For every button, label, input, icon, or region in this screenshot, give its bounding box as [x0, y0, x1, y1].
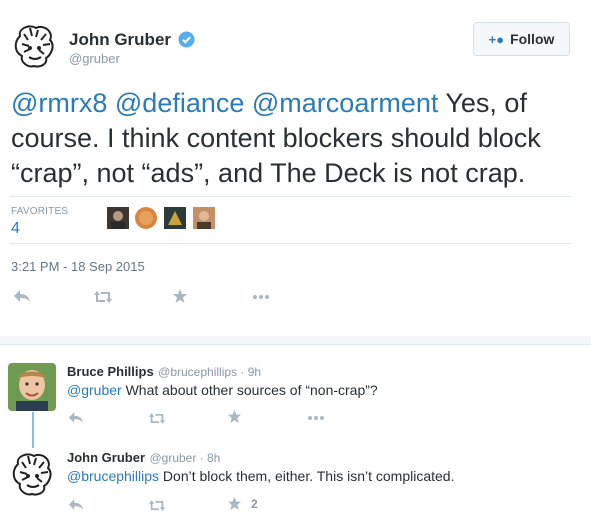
verified-badge-icon	[178, 31, 195, 53]
reply-mention[interactable]: @gruber	[67, 382, 122, 398]
thread-connector	[32, 412, 34, 448]
add-user-icon: +●	[488, 31, 505, 47]
reply-mention[interactable]: @brucephillips	[67, 468, 159, 484]
author-name[interactable]: John Gruber	[69, 30, 171, 50]
reply-handle[interactable]: @gruber · 8h	[149, 451, 220, 465]
favoriter-avatar[interactable]	[193, 207, 215, 229]
tweet-text: @rmrx8 @defiance @marcoarment Yes, of co…	[11, 86, 576, 191]
divider	[10, 243, 571, 244]
favorites-count[interactable]: 4	[11, 220, 20, 238]
favoriter-avatar[interactable]	[135, 207, 157, 229]
author-handle[interactable]: @gruber	[69, 51, 120, 66]
reply-text: @brucephillips Don’t block them, either.…	[67, 468, 454, 484]
reply-body: What about other sources of “non-crap”?	[121, 382, 378, 398]
reply-name[interactable]: Bruce Phillips	[67, 364, 154, 379]
divider	[10, 196, 571, 197]
reply-icon[interactable]	[68, 498, 84, 516]
follow-button[interactable]: +● Follow	[473, 22, 570, 56]
tweet-timestamp[interactable]: 3:21 PM - 18 Sep 2015	[11, 259, 145, 274]
reply-avatar[interactable]	[8, 363, 56, 411]
retweet-icon[interactable]	[148, 499, 166, 517]
reply-avatar[interactable]	[8, 450, 56, 498]
star-icon[interactable]	[227, 409, 242, 429]
replies-shadow	[0, 336, 591, 344]
reply-handle[interactable]: @brucephillips · 9h	[158, 365, 261, 379]
reply-icon[interactable]	[68, 411, 84, 429]
more-icon[interactable]	[252, 288, 270, 309]
retweet-icon[interactable]	[93, 290, 113, 309]
tweet-mentions[interactable]: @rmrx8 @defiance @marcoarment	[11, 88, 438, 118]
reply-header: John Gruber @gruber · 8h	[67, 449, 220, 467]
retweet-icon[interactable]	[148, 412, 166, 430]
reply-name[interactable]: John Gruber	[67, 450, 145, 465]
more-icon[interactable]	[307, 409, 325, 430]
reply-body: Don’t block them, either. This isn’t com…	[159, 468, 455, 484]
reply-text: @gruber What about other sources of “non…	[67, 382, 378, 398]
author-avatar[interactable]	[10, 22, 58, 70]
follow-label: Follow	[510, 31, 555, 47]
star-icon[interactable]	[172, 288, 188, 309]
reply-header: Bruce Phillips @brucephillips · 9h	[67, 363, 261, 381]
reply-icon[interactable]	[13, 289, 31, 308]
favorite-count: 2	[251, 497, 258, 511]
favoriter-avatar[interactable]	[164, 207, 186, 229]
favorites-label: FAVORITES	[11, 206, 69, 217]
star-icon[interactable]	[227, 496, 242, 516]
replies-top-border	[0, 344, 591, 345]
favoriter-avatar[interactable]	[107, 207, 129, 229]
